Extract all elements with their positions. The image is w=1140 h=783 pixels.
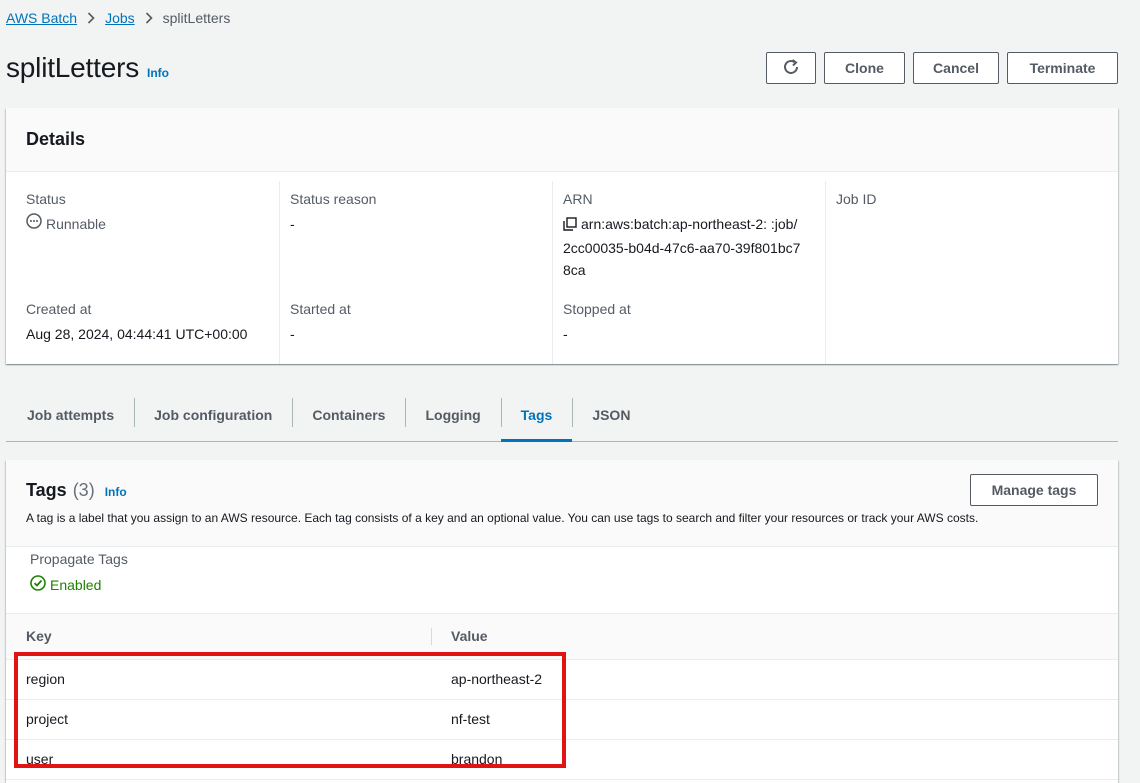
manage-tags-button[interactable]: Manage tags — [970, 474, 1098, 506]
tab-containers[interactable]: Containers — [292, 388, 405, 441]
status-reason-label: Status reason — [290, 191, 377, 207]
arn-text: arn:aws:batch:ap-northeast-2: :job/2cc00… — [563, 216, 801, 278]
terminate-button[interactable]: Terminate — [1007, 52, 1118, 84]
created-at-value: Aug 28, 2024, 04:44:41 UTC+00:00 — [26, 326, 248, 342]
breadcrumb-current: splitLetters — [162, 10, 231, 26]
refresh-icon — [782, 58, 800, 79]
page-header: splitLetters Info Clone Cancel Terminate — [6, 50, 1118, 86]
breadcrumb: AWS Batch Jobs splitLetters — [6, 8, 230, 28]
created-at-label: Created at — [26, 301, 92, 317]
tag-value: brandon — [431, 739, 1118, 780]
refresh-button[interactable] — [766, 52, 816, 84]
tab-logging[interactable]: Logging — [405, 388, 500, 441]
tag-key: region — [6, 659, 431, 700]
stopped-at-field: Stopped at - — [563, 301, 631, 345]
table-row: project nf-test — [6, 699, 1118, 740]
status-value: Runnable — [26, 213, 106, 235]
breadcrumb-jobs[interactable]: Jobs — [105, 10, 135, 26]
tab-tags[interactable]: Tags — [500, 388, 573, 442]
arn-value: arn:aws:batch:ap-northeast-2: :job/2cc00… — [563, 213, 803, 281]
table-row: user brandon — [6, 739, 1118, 780]
status-field: Status Runnable — [26, 191, 106, 235]
table-row: region ap-northeast-2 — [6, 659, 1118, 700]
check-circle-icon — [30, 575, 46, 594]
propagate-tags-field: Propagate Tags Enabled — [6, 547, 1118, 614]
created-at-field: Created at Aug 28, 2024, 04:44:41 UTC+00… — [26, 301, 247, 345]
tags-panel: Tags (3) Info A tag is a label that you … — [6, 460, 1118, 783]
table-header-row: Key Value — [6, 614, 1118, 660]
tags-info-link[interactable]: Info — [105, 485, 127, 499]
column-header-key[interactable]: Key — [6, 614, 431, 660]
started-at-field: Started at - — [290, 301, 351, 345]
tag-value: ap-northeast-2 — [431, 659, 1118, 700]
header-actions: Clone Cancel Terminate — [766, 52, 1118, 84]
tags-description: A tag is a label that you assign to an A… — [26, 511, 979, 525]
details-header: Details — [6, 108, 1118, 172]
stopped-at-label: Stopped at — [563, 301, 631, 317]
propagate-tags-value: Enabled — [30, 575, 1118, 594]
details-col-3: ARN arn:aws:batch:ap-northeast-2: :job/2… — [552, 181, 825, 364]
job-id-field: Job ID — [836, 191, 876, 213]
job-id-label: Job ID — [836, 191, 877, 207]
arn-label: ARN — [563, 191, 593, 207]
chevron-right-icon — [145, 12, 153, 24]
tags-title: Tags — [26, 480, 67, 500]
details-title: Details — [26, 129, 86, 149]
status-reason-value: - — [290, 216, 295, 232]
tags-title-row: Tags (3) Info — [26, 480, 1098, 501]
details-col-2: Status reason - Started at - — [279, 181, 552, 364]
breadcrumb-aws-batch[interactable]: AWS Batch — [6, 10, 77, 26]
details-col-4: Job ID — [825, 181, 1118, 364]
status-text: Runnable — [46, 216, 106, 232]
tags-header: Tags (3) Info A tag is a label that you … — [6, 460, 1118, 547]
started-at-value: - — [290, 326, 295, 342]
tab-bar: Job attempts Job configuration Container… — [6, 388, 1118, 442]
tag-key: user — [6, 739, 431, 780]
details-col-1: Status Runnable Created at Aug 28, 2024,… — [6, 173, 279, 364]
cancel-button[interactable]: Cancel — [913, 52, 999, 84]
enabled-text: Enabled — [50, 576, 102, 593]
details-panel: Details Status Runnable Created at Aug 2… — [6, 108, 1118, 364]
status-label: Status — [26, 191, 66, 207]
pending-icon — [26, 213, 42, 235]
tag-value: nf-test — [431, 699, 1118, 740]
chevron-right-icon — [87, 12, 95, 24]
tab-json[interactable]: JSON — [572, 388, 650, 441]
clone-button[interactable]: Clone — [824, 52, 905, 84]
tag-key: project — [6, 699, 431, 740]
tags-table: Key Value region ap-northeast-2 project … — [6, 614, 1118, 780]
details-grid: Status Runnable Created at Aug 28, 2024,… — [6, 173, 1118, 364]
tab-job-attempts[interactable]: Job attempts — [6, 388, 134, 441]
copy-icon[interactable] — [563, 215, 577, 237]
status-reason-field: Status reason - — [290, 191, 376, 235]
title-wrap: splitLetters Info — [6, 52, 169, 84]
propagate-tags-label: Propagate Tags — [30, 551, 128, 567]
tab-job-configuration[interactable]: Job configuration — [134, 388, 292, 441]
arn-field: ARN arn:aws:batch:ap-northeast-2: :job/2… — [563, 191, 803, 281]
info-link[interactable]: Info — [147, 66, 169, 80]
stopped-at-value: - — [563, 326, 568, 342]
started-at-label: Started at — [290, 301, 351, 317]
tags-count: (3) — [72, 480, 95, 500]
column-header-value[interactable]: Value — [431, 614, 1118, 660]
page-title: splitLetters — [6, 52, 139, 83]
